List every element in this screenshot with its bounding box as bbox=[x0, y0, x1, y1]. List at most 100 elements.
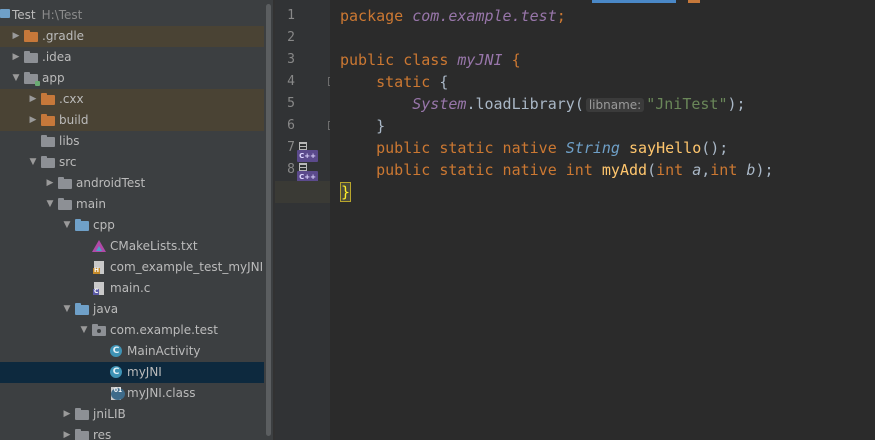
tree-item-text: .gradle bbox=[42, 29, 85, 43]
tree-item-label: .gradle bbox=[42, 26, 84, 47]
tree-item-main[interactable]: ▼ main bbox=[0, 194, 264, 215]
string-literal: "JniTest" bbox=[646, 95, 728, 113]
tree-item-label: jniLIB bbox=[93, 404, 126, 425]
chevron-right-icon[interactable]: ▶ bbox=[62, 404, 72, 425]
package-name: com.example.test bbox=[412, 7, 557, 25]
param-type: int bbox=[656, 161, 684, 179]
keyword: static bbox=[376, 73, 431, 91]
tree-item-text: src bbox=[59, 155, 77, 169]
chevron-right-icon[interactable]: ▶ bbox=[28, 89, 38, 110]
keyword: public class bbox=[340, 51, 449, 69]
chevron-right-icon[interactable]: ▶ bbox=[11, 47, 21, 68]
tree-item-text: myJNI.class bbox=[127, 386, 196, 400]
project-tree: Test H:\Test ▶ .gradle ▶ .idea ▼ app ▶ .cxx ▶ build… bbox=[0, 5, 264, 440]
chevron-right-icon[interactable]: ▶ bbox=[11, 26, 21, 47]
code-line-7[interactable]: public static native String sayHello(); bbox=[340, 137, 728, 159]
line-number: 3 bbox=[287, 52, 295, 67]
tree-item-res[interactable]: ▶ res bbox=[0, 425, 264, 440]
chevron-down-icon[interactable]: ▼ bbox=[79, 320, 89, 341]
tree-item-text: CMakeLists.txt bbox=[110, 239, 198, 253]
tree-item-text: myJNI bbox=[127, 365, 162, 379]
tree-item-label: cpp bbox=[93, 215, 115, 236]
code-line-3[interactable]: public class myJNI { bbox=[340, 49, 521, 71]
tree-item-cxx[interactable]: ▶ .cxx bbox=[0, 89, 264, 110]
folder-icon bbox=[75, 408, 90, 421]
tab-indicator bbox=[688, 0, 700, 3]
code-line-5[interactable]: System.loadLibrary(libname: "JniTest"); bbox=[340, 93, 746, 115]
tree-item-text: MainActivity bbox=[127, 344, 201, 358]
tree-item-text: libs bbox=[59, 134, 80, 148]
code-line-4[interactable]: static { bbox=[340, 71, 448, 93]
folder-icon bbox=[24, 30, 39, 43]
tree-item-cpp[interactable]: ▼ cpp bbox=[0, 215, 264, 236]
tree-item-cmakelists-txt[interactable]: CMakeLists.txt bbox=[0, 236, 264, 257]
code-line-9[interactable]: } bbox=[340, 181, 352, 203]
tree-item-gradle[interactable]: ▶ .gradle bbox=[0, 26, 264, 47]
tree-item-androidtest[interactable]: ▶ androidTest bbox=[0, 173, 264, 194]
keyword: package bbox=[340, 7, 404, 25]
tree-item-app[interactable]: ▼ app bbox=[0, 68, 264, 89]
tree-item-main-c[interactable]: Cmain.c bbox=[0, 278, 264, 299]
tree-item-text: res bbox=[93, 428, 112, 440]
tree-item-label: androidTest bbox=[76, 173, 145, 194]
native-implementation-icon[interactable]: C++ bbox=[297, 142, 318, 162]
code-line-8[interactable]: public static native int myAdd(int a,int… bbox=[340, 159, 773, 181]
semicolon: ; bbox=[556, 7, 566, 25]
editor-gutter: 123456789C++C++ bbox=[275, 0, 337, 440]
tree-item-libs[interactable]: libs bbox=[0, 131, 264, 152]
tree-item-label: libs bbox=[59, 131, 80, 152]
tree-item-mainactivity[interactable]: C MainActivity bbox=[0, 341, 264, 362]
folder-icon bbox=[58, 177, 73, 190]
tree-item-label: java bbox=[93, 299, 118, 320]
folder-icon bbox=[41, 156, 56, 169]
line-number: 5 bbox=[287, 96, 295, 111]
tree-scrollbar-thumb[interactable] bbox=[266, 4, 271, 436]
matched-brace: } bbox=[340, 182, 352, 202]
chevron-right-icon[interactable]: ▶ bbox=[62, 425, 72, 440]
paren: ( bbox=[647, 161, 657, 179]
tree-item-src[interactable]: ▼ src bbox=[0, 152, 264, 173]
tree-item-label: myJNI.class bbox=[127, 383, 195, 404]
chevron-down-icon[interactable]: ▼ bbox=[62, 215, 72, 236]
tree-item-build[interactable]: ▶ build bbox=[0, 110, 264, 131]
keyword: public static native bbox=[376, 161, 557, 179]
class-file-icon: 01 bbox=[109, 387, 125, 400]
tree-item-text: Test bbox=[12, 8, 36, 22]
tree-item-text: .idea bbox=[42, 50, 72, 64]
tree-item-text: build bbox=[59, 113, 89, 127]
code-line-6[interactable]: } bbox=[340, 115, 385, 137]
paren-close: ); bbox=[727, 95, 746, 113]
line-number: 4 bbox=[287, 74, 295, 89]
chevron-down-icon[interactable]: ▼ bbox=[62, 299, 72, 320]
type-name: String bbox=[565, 139, 620, 157]
header-file-icon: H bbox=[92, 261, 107, 274]
type-name: int bbox=[565, 161, 593, 179]
method-call: loadLibrary bbox=[475, 95, 575, 113]
chevron-down-icon[interactable]: ▼ bbox=[45, 194, 55, 215]
tree-item-myjni-class[interactable]: 01 myJNI.class bbox=[0, 383, 264, 404]
tree-item-com-example-test-myjni-h[interactable]: Hcom_example_test_myJNI.h bbox=[0, 257, 264, 278]
tree-item-text: java bbox=[93, 302, 119, 316]
chevron-right-icon[interactable]: ▶ bbox=[45, 173, 55, 194]
chevron-down-icon[interactable]: ▼ bbox=[28, 152, 38, 173]
tree-item-text: com_example_test_myJNI.h bbox=[110, 260, 264, 274]
line-number: 2 bbox=[287, 30, 295, 45]
parameter-hint: libname: bbox=[585, 98, 645, 112]
tree-scrollbar[interactable] bbox=[264, 0, 273, 440]
tree-item-myjni[interactable]: CmyJNI bbox=[0, 362, 264, 383]
tree-item-com-example-test[interactable]: ▼ com.example.test bbox=[0, 320, 264, 341]
tree-item-label: MainActivity bbox=[127, 341, 201, 362]
tree-item-idea[interactable]: ▶ .idea bbox=[0, 47, 264, 68]
line-number: 7 bbox=[287, 140, 295, 155]
tree-item-text: cpp bbox=[93, 218, 115, 232]
tree-item-text: androidTest bbox=[76, 176, 146, 190]
chevron-down-icon[interactable]: ▼ bbox=[11, 68, 21, 89]
tree-item-label: res bbox=[93, 425, 111, 440]
code-line-1[interactable]: package com.example.test; bbox=[340, 5, 566, 27]
tree-item-java[interactable]: ▼ java bbox=[0, 299, 264, 320]
project-tree-panel: Test H:\Test ▶ .gradle ▶ .idea ▼ app ▶ .cxx ▶ build… bbox=[0, 0, 264, 440]
tree-item-test[interactable]: Test H:\Test bbox=[0, 5, 264, 26]
tree-item-jnilib[interactable]: ▶ jniLIB bbox=[0, 404, 264, 425]
line-number: 1 bbox=[287, 8, 295, 23]
chevron-right-icon[interactable]: ▶ bbox=[28, 110, 38, 131]
